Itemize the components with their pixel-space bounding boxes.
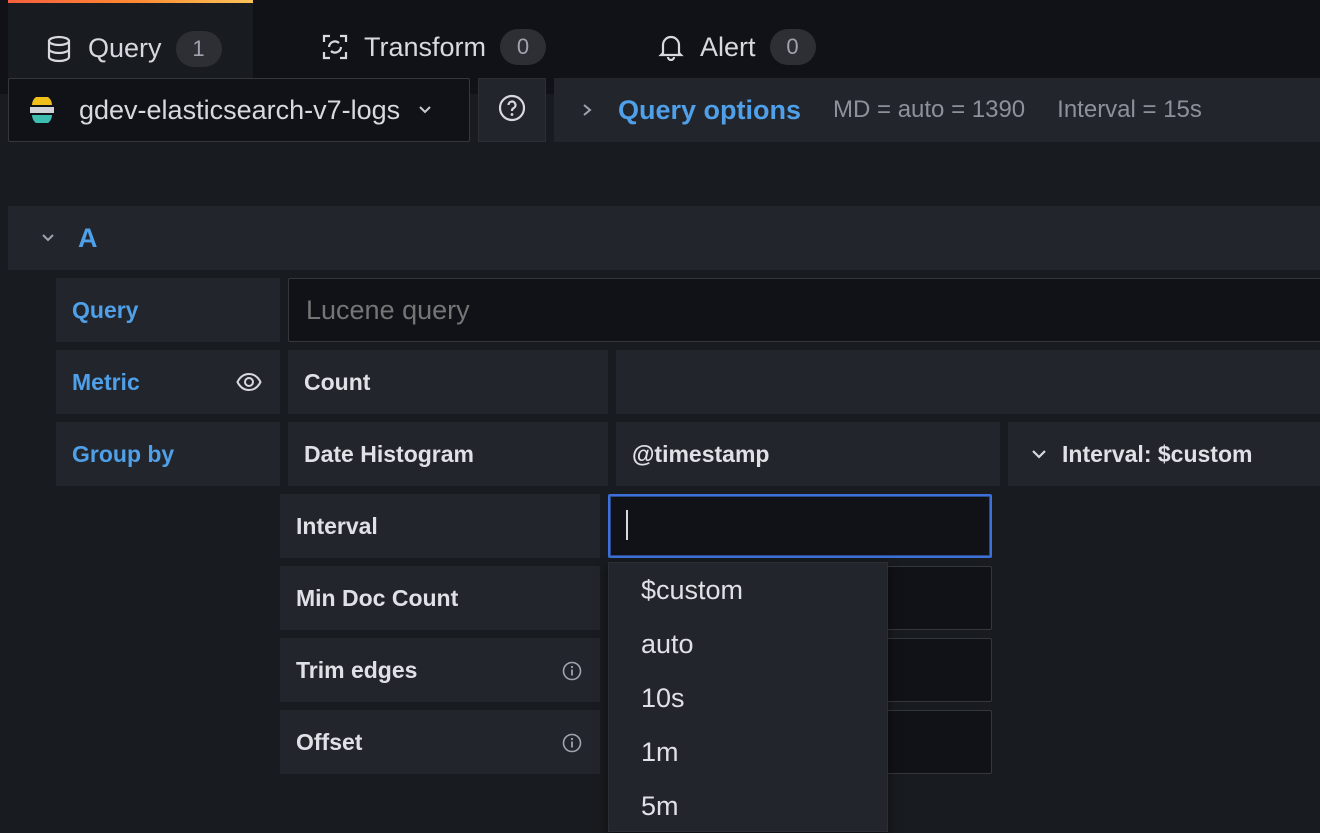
interval-setting-label: Interval: [280, 494, 600, 558]
tab-count-badge: 1: [175, 30, 222, 67]
query-options-label[interactable]: Query options: [618, 95, 801, 126]
menu-option[interactable]: $custom: [609, 563, 887, 617]
bucket-field-select[interactable]: @timestamp: [616, 422, 1000, 486]
menu-option[interactable]: 10s: [609, 671, 887, 725]
trim-edges-label-text: Trim edges: [296, 656, 418, 683]
menu-option[interactable]: 1m: [609, 725, 887, 779]
info-circle-icon[interactable]: [562, 732, 582, 753]
offset-label-text: Offset: [296, 728, 363, 755]
min-doc-count-label: Min Doc Count: [280, 566, 600, 630]
transform-icon: [320, 32, 350, 62]
metric-label[interactable]: Metric: [56, 350, 280, 414]
bell-icon: [656, 32, 686, 62]
trim-edges-label: Trim edges: [280, 638, 600, 702]
menu-option[interactable]: 5m: [609, 779, 887, 833]
metric-settings-area: [616, 350, 1320, 414]
bucket-settings-summary: Interval: $custom: [1062, 440, 1253, 467]
metric-type-select[interactable]: Count: [288, 350, 608, 414]
elasticsearch-logo-icon: [29, 95, 55, 125]
max-data-points-info: MD = auto = 1390: [833, 96, 1026, 123]
tab-label: Alert: [700, 31, 756, 62]
text-caret: [626, 510, 628, 540]
tab-count-badge: 0: [500, 29, 547, 65]
group-by-label: Group by: [56, 422, 280, 486]
query-options-bar[interactable]: Query options MD = auto = 1390 Interval …: [554, 78, 1320, 142]
bucket-agg-type-select[interactable]: Date Histogram: [288, 422, 608, 486]
query-label: Query: [56, 278, 280, 342]
chevron-down-icon: [416, 101, 434, 119]
tab-label: Transform: [364, 31, 487, 62]
offset-label: Offset: [280, 710, 600, 774]
chevron-right-icon: [580, 103, 594, 117]
datasource-name: gdev-elasticsearch-v7-logs: [79, 94, 401, 125]
info-circle-icon[interactable]: [562, 660, 582, 681]
interval-info: Interval = 15s: [1057, 96, 1202, 123]
help-button[interactable]: [478, 78, 546, 142]
query-ref-id: A: [78, 222, 98, 253]
bucket-settings-toggle[interactable]: Interval: $custom: [1008, 422, 1320, 486]
eye-icon[interactable]: [236, 370, 262, 400]
lucene-query-input[interactable]: [288, 278, 1320, 342]
chevron-down-icon: [1030, 445, 1048, 463]
menu-option[interactable]: auto: [609, 617, 887, 671]
database-icon: [44, 34, 74, 64]
interval-input[interactable]: [608, 494, 992, 558]
question-circle-icon: [498, 94, 526, 127]
chevron-down-icon[interactable]: [40, 230, 56, 246]
datasource-picker[interactable]: gdev-elasticsearch-v7-logs: [8, 78, 470, 142]
tab-label: Query: [88, 33, 162, 63]
metric-label-text: Metric: [72, 368, 140, 395]
query-row-header[interactable]: A: [8, 206, 1320, 270]
tab-count-badge: 0: [769, 29, 816, 65]
interval-options-menu: $custom auto 10s 1m 5m: [608, 562, 888, 832]
